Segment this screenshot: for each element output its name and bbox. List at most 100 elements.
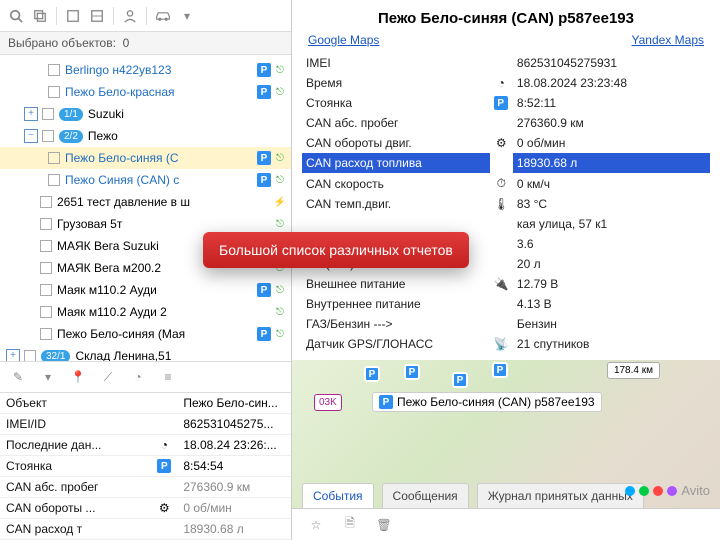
menu-icon[interactable]: ≡ [158, 367, 178, 387]
callout-banner: Большой список различных отчетов [203, 232, 469, 268]
status-icon: ⎋ [273, 151, 287, 165]
expander[interactable]: − [24, 129, 38, 143]
tree-label: 2651 тест давление в ш [57, 195, 269, 209]
left-toolbar: ▾ [0, 0, 291, 32]
checkbox[interactable] [40, 262, 52, 274]
tracked-object-label[interactable]: P Пежо Бело-синяя (CAN) p587ее193 [372, 392, 602, 412]
google-maps-link[interactable]: Google Maps [308, 33, 379, 47]
parking-marker[interactable]: P [364, 366, 380, 382]
status-icon: P [257, 283, 271, 297]
doc-icon[interactable]: 🗎 [340, 515, 360, 535]
checkbox[interactable] [40, 328, 52, 340]
detail-row: кая улица, 57 к1 [302, 214, 710, 234]
status-icon: ⎋ [273, 327, 287, 341]
tree-row[interactable]: Пежо Синяя (CAN) с P⎋ [0, 169, 291, 191]
tree-label: Пежо Бело-синяя (С [65, 151, 253, 165]
tree-row[interactable]: Пежо Бело-синяя (МаяP⎋ [0, 323, 291, 345]
object-tree[interactable]: Berlingo н422ув123P⎋Пежо Бело-краснаяP⎋+… [0, 55, 291, 361]
tree-row[interactable]: Пежо Бело-красная P⎋ [0, 81, 291, 103]
status-icon: ⎋ [273, 217, 287, 231]
detail-row: Последние дан...◔18.08.24 23:26:... [0, 435, 291, 456]
detail-row: ОбъектПежо Бело-син... [0, 393, 291, 414]
parking-icon: P [379, 395, 393, 409]
tree-label: Пежо Бело-красная [65, 85, 253, 99]
status-icon: P [257, 173, 271, 187]
tree-row[interactable]: Маяк м110.2 Ауди 2⎋ [0, 301, 291, 323]
status-icon: ⚡ [273, 195, 287, 209]
status-icon: ⎋ [273, 283, 287, 297]
pin-icon[interactable]: 📍 [68, 367, 88, 387]
right-details: IMEI862531045275931Время◔18.08.2024 23:2… [292, 53, 720, 354]
star-icon[interactable]: ☆ [306, 515, 326, 535]
status-icon: ⎋ [273, 85, 287, 99]
person-icon[interactable] [120, 6, 140, 26]
detail-row: CAN абс. пробег276360.9 км [302, 113, 710, 133]
search-icon[interactable] [6, 6, 26, 26]
parking-marker[interactable]: P [404, 364, 420, 380]
page-title: Пежо Бело-синяя (CAN) p587ее193 [292, 0, 720, 33]
tree-label: Berlingo н422ув123 [65, 63, 253, 77]
checkbox[interactable] [48, 86, 60, 98]
detail-row: CAN темп.двиг.🌡83 °C [302, 194, 710, 214]
filter-icon[interactable] [87, 6, 107, 26]
count-badge: 2/2 [59, 130, 83, 143]
status-icon: P [257, 151, 271, 165]
map-links: Google Maps Yandex Maps [292, 33, 720, 53]
checkbox[interactable] [42, 108, 54, 120]
copy-icon[interactable] [30, 6, 50, 26]
tree-row[interactable]: 2651 тест давление в ш ⚡ [0, 191, 291, 213]
detail-row: СтоянкаP8:52:11 [302, 93, 710, 113]
detail-row: CAN скорость⏱0 км/ч [302, 173, 710, 194]
tree-label: Пежо Синяя (CAN) с [65, 173, 253, 187]
tree-label: Маяк м110.2 Ауди 2 [57, 305, 269, 319]
chevron-down-icon[interactable]: ▾ [177, 6, 197, 26]
checkbox[interactable] [40, 306, 52, 318]
expander[interactable]: + [24, 107, 38, 121]
trash-icon[interactable]: 🗑 [374, 515, 394, 535]
selection-bar: Выбрано объектов: 0 [0, 32, 291, 55]
checkbox[interactable] [40, 284, 52, 296]
avito-watermark: Avito [625, 483, 710, 498]
detail-row: Внешнее питание🔌12.79 B [302, 274, 710, 294]
yandex-maps-link[interactable]: Yandex Maps [632, 33, 705, 47]
checkbox[interactable] [40, 240, 52, 252]
tab-log[interactable]: Журнал принятых данных [477, 483, 644, 508]
clock-icon[interactable]: ◔ [128, 367, 148, 387]
pencil-icon[interactable]: ✎ [8, 367, 28, 387]
car-icon[interactable] [153, 6, 173, 26]
checkbox[interactable] [48, 174, 60, 186]
status-icon: P [257, 63, 271, 77]
checkbox[interactable] [24, 350, 36, 361]
detail-row: CAN обороты ...⚙0 об/мин [0, 498, 291, 519]
tree-row[interactable]: Berlingo н422ув123P⎋ [0, 59, 291, 81]
checkbox[interactable] [40, 218, 52, 230]
status-icon: ⎋ [273, 173, 287, 187]
chevron-down-icon[interactable]: ▾ [38, 367, 58, 387]
tab-messages[interactable]: Сообщения [382, 483, 469, 508]
chart-icon[interactable]: ⟋ [98, 367, 118, 387]
checkbox[interactable] [40, 196, 52, 208]
detail-row: CAN расход т18930.68 л [0, 519, 291, 540]
tree-label: Маяк м110.2 Ауди [57, 283, 253, 297]
status-icon: P [257, 85, 271, 99]
tree-row[interactable]: −2/2Пежо [0, 125, 291, 147]
map-marker-label: 03K [314, 394, 342, 411]
checkbox[interactable] [48, 152, 60, 164]
tree-row[interactable]: +1/1Suzuki [0, 103, 291, 125]
expander[interactable]: + [6, 349, 20, 361]
count-badge: 1/1 [59, 108, 83, 121]
detail-row: CAN расход топлива18930.68 л [302, 153, 710, 173]
tree-row[interactable]: +32/1Склад Ленина,51 [0, 345, 291, 361]
parking-marker[interactable]: P [452, 372, 468, 388]
left-details: ОбъектПежо Бело-син...IMEI/ID86253104527… [0, 393, 291, 540]
mid-toolbar: ✎ ▾ 📍 ⟋ ◔ ≡ [0, 361, 291, 393]
checkbox[interactable] [48, 64, 60, 76]
parking-marker[interactable]: P [492, 362, 508, 378]
tree-row[interactable]: Маяк м110.2 Ауди P⎋ [0, 279, 291, 301]
checkbox[interactable] [42, 130, 54, 142]
tree-row[interactable]: Пежо Бело-синяя (С P⎋ [0, 147, 291, 169]
checkbox-icon[interactable] [63, 6, 83, 26]
detail-row: CAN обороты двиг.⚙0 об/мин [302, 133, 710, 153]
tab-events[interactable]: События [302, 483, 374, 508]
tree-label: Склад Ленина,51 [75, 349, 287, 361]
